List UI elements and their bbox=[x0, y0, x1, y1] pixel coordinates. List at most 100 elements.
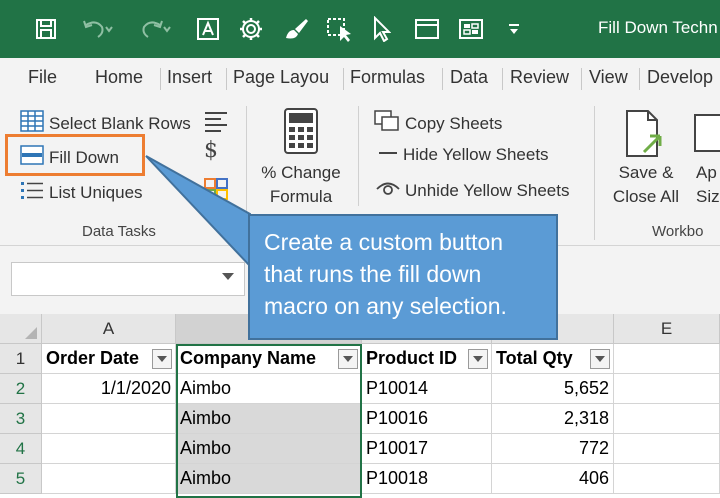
select-objects-icon[interactable] bbox=[324, 12, 356, 46]
tab-data[interactable]: Data bbox=[450, 67, 488, 88]
tab-separator bbox=[502, 68, 503, 90]
callout-box: Create a custom button that runs the fil… bbox=[248, 214, 558, 340]
empty-cell[interactable] bbox=[614, 374, 720, 404]
grid-icon bbox=[20, 110, 44, 137]
tab-home[interactable]: Home bbox=[95, 67, 143, 88]
table-cell-product-id[interactable]: P10017 bbox=[362, 434, 492, 464]
order-date-header: Order Date bbox=[46, 348, 140, 368]
empty-cell[interactable] bbox=[614, 464, 720, 494]
unhide-yellow-sheets-label: Unhide Yellow Sheets bbox=[405, 180, 570, 200]
table-header-cell[interactable]: Company Name bbox=[176, 344, 362, 374]
callout-line-2: that runs the fill down bbox=[264, 261, 482, 287]
row-header-5[interactable]: 5 bbox=[0, 464, 42, 494]
change-formula-button[interactable]: % Change Formula bbox=[256, 161, 346, 209]
eye-icon bbox=[376, 180, 400, 201]
list-icon bbox=[20, 180, 44, 205]
change-formula-label-line2: Formula bbox=[269, 187, 333, 206]
copy-sheets-label: Copy Sheets bbox=[405, 113, 503, 133]
empty-cell[interactable] bbox=[614, 404, 720, 434]
row-header-1[interactable]: 1 bbox=[0, 344, 42, 374]
tab-separator bbox=[581, 68, 582, 90]
title-bar: Fill Down Techn bbox=[0, 0, 720, 58]
select-blank-rows-label: Select Blank Rows bbox=[49, 113, 191, 133]
list-uniques-button[interactable]: List Uniques bbox=[20, 180, 143, 205]
save-icon[interactable] bbox=[30, 12, 62, 46]
dash-icon bbox=[378, 145, 398, 165]
table-cell-total-qty[interactable]: 772 bbox=[492, 434, 614, 464]
form-icon[interactable] bbox=[456, 12, 486, 46]
tab-page-layout[interactable]: Page Layou bbox=[233, 67, 329, 88]
total-qty-header: Total Qty bbox=[496, 348, 573, 368]
row-header-2[interactable]: 2 bbox=[0, 374, 42, 404]
empty-cell[interactable] bbox=[614, 434, 720, 464]
table-cell-company[interactable]: Aimbo bbox=[176, 404, 362, 434]
tab-formulas[interactable]: Formulas bbox=[350, 67, 425, 88]
pointer-icon[interactable] bbox=[368, 12, 394, 46]
paintbrush-icon[interactable] bbox=[280, 12, 312, 46]
window-icon[interactable] bbox=[412, 12, 442, 46]
calculator-icon[interactable] bbox=[284, 108, 318, 159]
column-header-e[interactable]: E bbox=[614, 314, 720, 344]
undo-icon[interactable] bbox=[76, 12, 118, 46]
column-header-a[interactable]: A bbox=[42, 314, 176, 344]
table-cell-product-id[interactable]: P10018 bbox=[362, 464, 492, 494]
table-cell-total-qty[interactable]: 406 bbox=[492, 464, 614, 494]
callout-line-3: macro on any selection. bbox=[264, 293, 507, 319]
table-cell-product-id[interactable]: P10014 bbox=[362, 374, 492, 404]
filter-dropdown-icon[interactable] bbox=[590, 349, 610, 369]
table-cell-company[interactable]: Aimbo bbox=[176, 464, 362, 494]
filter-dropdown-icon[interactable] bbox=[468, 349, 488, 369]
product-id-header: Product ID bbox=[366, 348, 458, 368]
table-cell-company[interactable]: Aimbo bbox=[176, 434, 362, 464]
filter-dropdown-icon[interactable] bbox=[152, 349, 172, 369]
select-blank-rows-button[interactable]: Select Blank Rows bbox=[20, 110, 191, 137]
customize-qat-icon[interactable] bbox=[504, 12, 524, 46]
tab-developer[interactable]: Develop bbox=[647, 67, 713, 88]
window-title: Fill Down Techn bbox=[598, 18, 718, 37]
align-text-icon[interactable] bbox=[204, 110, 228, 137]
table-cell-total-qty[interactable]: 5,652 bbox=[492, 374, 614, 404]
copy-sheets-button[interactable]: Copy Sheets bbox=[374, 110, 502, 137]
table-cell-total-qty[interactable]: 2,318 bbox=[492, 404, 614, 434]
tab-review[interactable]: Review bbox=[510, 67, 569, 88]
table-cell-order-date[interactable] bbox=[42, 464, 176, 494]
empty-cell[interactable] bbox=[614, 344, 720, 374]
save-close-all-button[interactable]: Save & Close All bbox=[604, 161, 688, 209]
tab-separator bbox=[639, 68, 640, 90]
tab-view[interactable]: View bbox=[589, 67, 628, 88]
gear-icon[interactable] bbox=[236, 12, 266, 46]
table-cell-company[interactable]: Aimbo bbox=[176, 374, 362, 404]
text-box-icon[interactable] bbox=[194, 12, 222, 46]
color-grid-icon[interactable] bbox=[204, 178, 228, 205]
save-close-label-line1: Save & bbox=[618, 163, 674, 182]
unhide-yellow-sheets-button[interactable]: Unhide Yellow Sheets bbox=[376, 180, 569, 201]
name-box[interactable] bbox=[11, 262, 245, 296]
redo-icon[interactable] bbox=[134, 12, 176, 46]
table-cell-order-date[interactable]: 1/1/2020 bbox=[42, 374, 176, 404]
data-tasks-group-label: Data Tasks bbox=[82, 223, 156, 240]
callout-seam bbox=[250, 216, 256, 266]
table-cell-order-date[interactable] bbox=[42, 434, 176, 464]
name-box-dropdown-icon[interactable] bbox=[222, 273, 234, 280]
group-separator bbox=[358, 106, 359, 206]
copy-icon bbox=[374, 110, 400, 137]
save-close-icon[interactable] bbox=[624, 110, 664, 163]
app-size-label-line2: Siz bbox=[696, 187, 720, 206]
currency-format-icon[interactable]: $ bbox=[204, 138, 218, 163]
app-size-icon[interactable] bbox=[694, 114, 720, 159]
row-header-3[interactable]: 3 bbox=[0, 404, 42, 434]
fill-down-highlight bbox=[5, 134, 145, 176]
tab-file[interactable]: File bbox=[28, 67, 57, 88]
row-header-4[interactable]: 4 bbox=[0, 434, 42, 464]
filter-dropdown-icon[interactable] bbox=[338, 349, 358, 369]
app-size-button[interactable]: Ap Siz bbox=[696, 161, 720, 209]
tab-separator bbox=[226, 68, 227, 90]
app-size-label-line1: Ap bbox=[696, 163, 717, 182]
hide-yellow-sheets-button[interactable]: Hide Yellow Sheets bbox=[378, 145, 549, 165]
table-cell-order-date[interactable] bbox=[42, 404, 176, 434]
tab-insert[interactable]: Insert bbox=[167, 67, 212, 88]
select-all-corner[interactable] bbox=[0, 314, 42, 344]
tab-separator bbox=[160, 68, 161, 90]
group-separator bbox=[594, 106, 595, 240]
table-cell-product-id[interactable]: P10016 bbox=[362, 404, 492, 434]
